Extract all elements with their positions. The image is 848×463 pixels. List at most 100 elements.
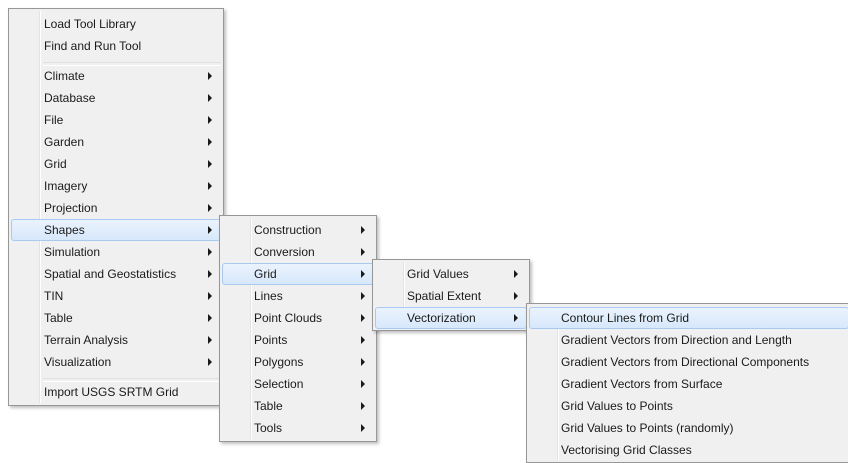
main-tools-menu: Load Tool Library Find and Run Tool Clim… <box>8 8 224 406</box>
menu-item-garden[interactable]: Garden <box>11 131 221 153</box>
menu-item-label: Grid Values <box>407 267 469 281</box>
submenu-arrow-icon <box>361 248 365 256</box>
menu-item-vectorising-grid-classes[interactable]: Vectorising Grid Classes <box>529 439 848 461</box>
grid-submenu: Grid Values Spatial Extent Vectorization <box>372 259 530 331</box>
menu-item-visualization[interactable]: Visualization <box>11 351 221 373</box>
menu-item-label: Find and Run Tool <box>44 39 142 53</box>
menu-item-label: Grid <box>44 157 67 171</box>
menu-item-label: Simulation <box>44 245 101 259</box>
menu-item-climate[interactable]: Climate <box>11 65 221 87</box>
menu-item-label: Grid <box>254 267 277 281</box>
submenu-arrow-icon <box>361 424 365 432</box>
submenu-arrow-icon <box>514 292 518 300</box>
menu-item-grid-values-to-points[interactable]: Grid Values to Points <box>529 395 848 417</box>
menu-item-shapes-table[interactable]: Table <box>222 395 374 417</box>
menu-item-label: TIN <box>44 289 64 303</box>
submenu-arrow-icon <box>208 182 212 190</box>
menu-item-label: Visualization <box>44 355 112 369</box>
menu-item-label: Spatial Extent <box>407 289 482 303</box>
menu-item-imagery[interactable]: Imagery <box>11 175 221 197</box>
menu-item-label: Import USGS SRTM Grid <box>44 385 179 399</box>
menu-item-simulation[interactable]: Simulation <box>11 241 221 263</box>
menu-item-label: Point Clouds <box>254 311 323 325</box>
submenu-arrow-icon <box>208 226 212 234</box>
menu-item-label: Polygons <box>254 355 304 369</box>
submenu-arrow-icon <box>208 292 212 300</box>
submenu-arrow-icon <box>361 226 365 234</box>
submenu-arrow-icon <box>514 314 518 322</box>
submenu-arrow-icon <box>208 314 212 322</box>
submenu-arrow-icon <box>208 94 212 102</box>
menu-item-label: Imagery <box>44 179 88 193</box>
menu-item-file[interactable]: File <box>11 109 221 131</box>
menu-item-grid-values[interactable]: Grid Values <box>375 263 527 285</box>
menu-item-selection[interactable]: Selection <box>222 373 374 395</box>
submenu-arrow-icon <box>361 336 365 344</box>
menu-item-label: Tools <box>254 421 283 435</box>
menu-item-label: File <box>44 113 64 127</box>
menu-item-label: Grid Values to Points <box>561 399 673 413</box>
submenu-arrow-icon <box>361 402 365 410</box>
menu-item-contour-lines-from-grid[interactable]: Contour Lines from Grid <box>529 307 848 329</box>
menu-item-terrain-analysis[interactable]: Terrain Analysis <box>11 329 221 351</box>
submenu-arrow-icon <box>208 336 212 344</box>
menu-item-gradient-vectors-direction-length[interactable]: Gradient Vectors from Direction and Leng… <box>529 329 848 351</box>
vectorization-submenu: Contour Lines from Grid Gradient Vectors… <box>526 303 848 463</box>
menu-item-table[interactable]: Table <box>11 307 221 329</box>
menu-item-database[interactable]: Database <box>11 87 221 109</box>
menu-item-label: Points <box>254 333 288 347</box>
submenu-arrow-icon <box>208 138 212 146</box>
submenu-arrow-icon <box>208 248 212 256</box>
menu-item-point-clouds[interactable]: Point Clouds <box>222 307 374 329</box>
menu-item-label: Climate <box>44 69 85 83</box>
menu-item-label: Gradient Vectors from Directional Compon… <box>561 355 810 369</box>
menu-item-spatial-extent[interactable]: Spatial Extent <box>375 285 527 307</box>
menu-item-label: Gradient Vectors from Direction and Leng… <box>561 333 792 347</box>
menu-item-label: Conversion <box>254 245 315 259</box>
menu-item-find-and-run-tool[interactable]: Find and Run Tool <box>11 35 221 57</box>
menu-item-polygons[interactable]: Polygons <box>222 351 374 373</box>
menu-item-import-usgs-srtm-grid[interactable]: Import USGS SRTM Grid <box>11 381 221 403</box>
menu-item-label: Table <box>254 399 283 413</box>
menu-item-construction[interactable]: Construction <box>222 219 374 241</box>
menu-item-spatial-and-geostatistics[interactable]: Spatial and Geostatistics <box>11 263 221 285</box>
submenu-arrow-icon <box>361 314 365 322</box>
submenu-arrow-icon <box>208 116 212 124</box>
menu-item-gradient-vectors-from-surface[interactable]: Gradient Vectors from Surface <box>529 373 848 395</box>
menu-item-gradient-vectors-directional-components[interactable]: Gradient Vectors from Directional Compon… <box>529 351 848 373</box>
submenu-arrow-icon <box>208 358 212 366</box>
submenu-arrow-icon <box>208 160 212 168</box>
menu-item-grid-values-to-points-randomly[interactable]: Grid Values to Points (randomly) <box>529 417 848 439</box>
menu-item-label: Contour Lines from Grid <box>561 311 690 325</box>
submenu-arrow-icon <box>208 270 212 278</box>
submenu-arrow-icon <box>361 270 365 278</box>
submenu-arrow-icon <box>208 72 212 80</box>
menu-item-shapes[interactable]: Shapes <box>11 219 221 241</box>
menu-item-label: Table <box>44 311 73 325</box>
menu-item-conversion[interactable]: Conversion <box>222 241 374 263</box>
menu-item-tools[interactable]: Tools <box>222 417 374 439</box>
menu-item-label: Gradient Vectors from Surface <box>561 377 723 391</box>
submenu-arrow-icon <box>514 270 518 278</box>
menu-item-label: Load Tool Library <box>44 17 136 31</box>
shapes-submenu: Construction Conversion Grid Lines Point… <box>219 215 377 442</box>
menu-item-label: Spatial and Geostatistics <box>44 267 177 281</box>
menu-item-label: Lines <box>254 289 283 303</box>
menu-item-label: Construction <box>254 223 322 237</box>
submenu-arrow-icon <box>361 380 365 388</box>
menu-item-lines[interactable]: Lines <box>222 285 374 307</box>
menu-item-vectorization[interactable]: Vectorization <box>375 307 527 329</box>
submenu-arrow-icon <box>361 292 365 300</box>
menu-item-label: Database <box>44 91 96 105</box>
menu-item-label: Vectorising Grid Classes <box>561 443 692 457</box>
menu-item-label: Terrain Analysis <box>44 333 129 347</box>
menu-item-shapes-grid[interactable]: Grid <box>222 263 374 285</box>
menu-item-label: Grid Values to Points (randomly) <box>561 421 734 435</box>
menu-item-label: Garden <box>44 135 85 149</box>
menu-item-tin[interactable]: TIN <box>11 285 221 307</box>
menu-item-grid[interactable]: Grid <box>11 153 221 175</box>
menu-item-label: Selection <box>254 377 304 391</box>
menu-item-projection[interactable]: Projection <box>11 197 221 219</box>
menu-item-load-tool-library[interactable]: Load Tool Library <box>11 13 221 35</box>
menu-item-points[interactable]: Points <box>222 329 374 351</box>
